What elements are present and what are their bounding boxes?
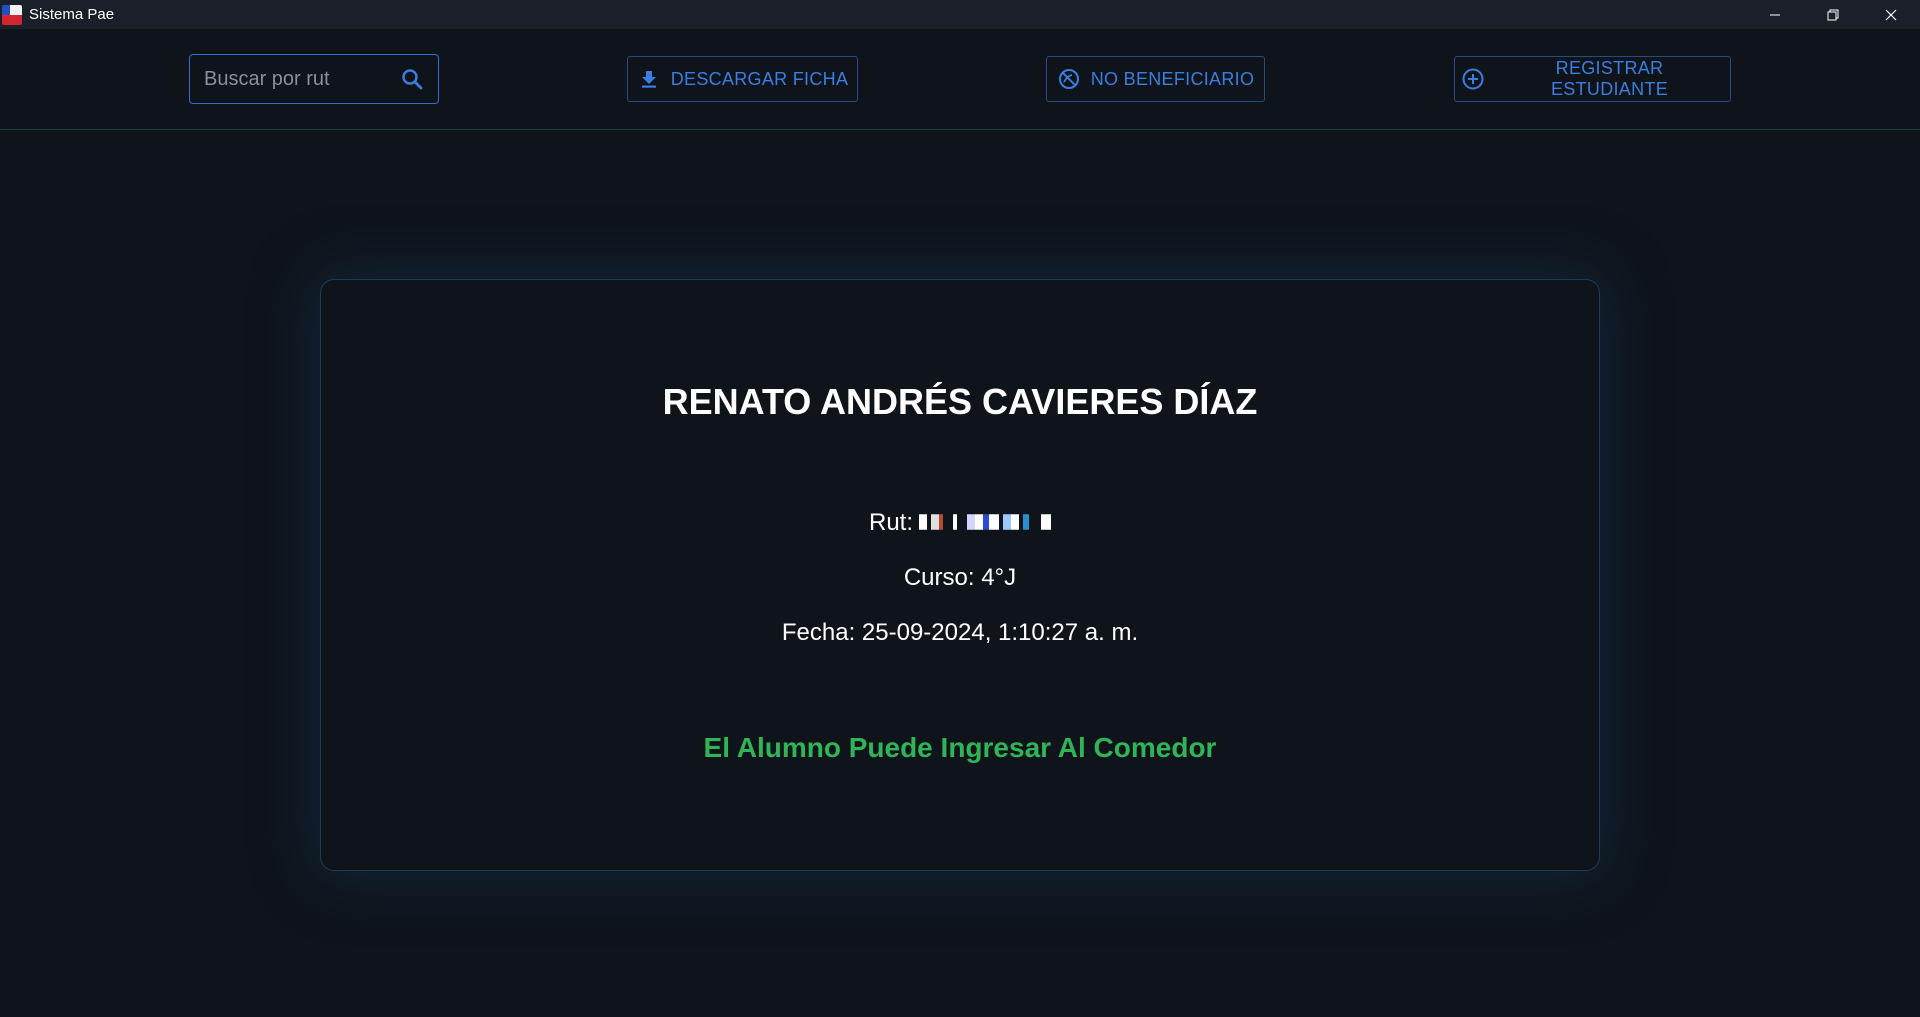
date-label: Fecha:: [781, 619, 856, 646]
student-card: RENATO ANDRÉS CAVIERES DÍAZ Rut: Curso: …: [320, 279, 1600, 871]
app-logo-icon: [2, 4, 22, 25]
search-icon[interactable]: [398, 65, 426, 93]
window-title: Sistema Pae: [29, 6, 115, 23]
download-record-button[interactable]: DESCARGAR FICHA: [627, 56, 858, 102]
minimize-icon: [1770, 14, 1780, 15]
restore-button[interactable]: [1804, 0, 1862, 29]
rut-label: Rut:: [868, 509, 913, 536]
restore-icon: [1827, 9, 1839, 20]
download-button-label: DESCARGAR FICHA: [670, 68, 849, 89]
search-input[interactable]: [202, 66, 392, 92]
student-rut: Rut:: [321, 509, 1599, 537]
access-status-message: El Alumno Puede Ingresar Al Comedor: [703, 732, 1217, 763]
window-controls: [1746, 0, 1920, 29]
student-date: Fecha: 25-09-2024, 1:10:27 a. m.: [321, 619, 1599, 647]
close-button[interactable]: [1862, 0, 1920, 29]
download-icon: [637, 67, 661, 91]
search-field[interactable]: [189, 54, 439, 104]
register-student-button[interactable]: REGISTRAR ESTUDIANTE: [1454, 56, 1731, 102]
no-beneficiary-button[interactable]: NO BENEFICIARIO: [1046, 56, 1265, 102]
course-value: 4°J: [981, 564, 1017, 591]
window-titlebar: Sistema Pae: [0, 0, 1920, 29]
block-icon: [1057, 67, 1081, 91]
date-value: 25-09-2024, 1:10:27 a. m.: [861, 619, 1139, 646]
student-name: RENATO ANDRÉS CAVIERES DÍAZ: [662, 381, 1258, 422]
no-beneficiary-button-label: NO BENEFICIARIO: [1090, 68, 1255, 89]
student-course: Curso: 4°J: [321, 564, 1599, 592]
minimize-button[interactable]: [1746, 0, 1804, 29]
toolbar: DESCARGAR FICHA NO BENEFICIARIO REGISTRA…: [0, 29, 1920, 130]
course-label: Curso:: [903, 564, 975, 591]
close-icon: [1885, 9, 1897, 20]
register-button-label: REGISTRAR ESTUDIANTE: [1550, 58, 1668, 99]
add-circle-icon: [1461, 67, 1485, 91]
rut-value-redacted: [919, 514, 1051, 530]
